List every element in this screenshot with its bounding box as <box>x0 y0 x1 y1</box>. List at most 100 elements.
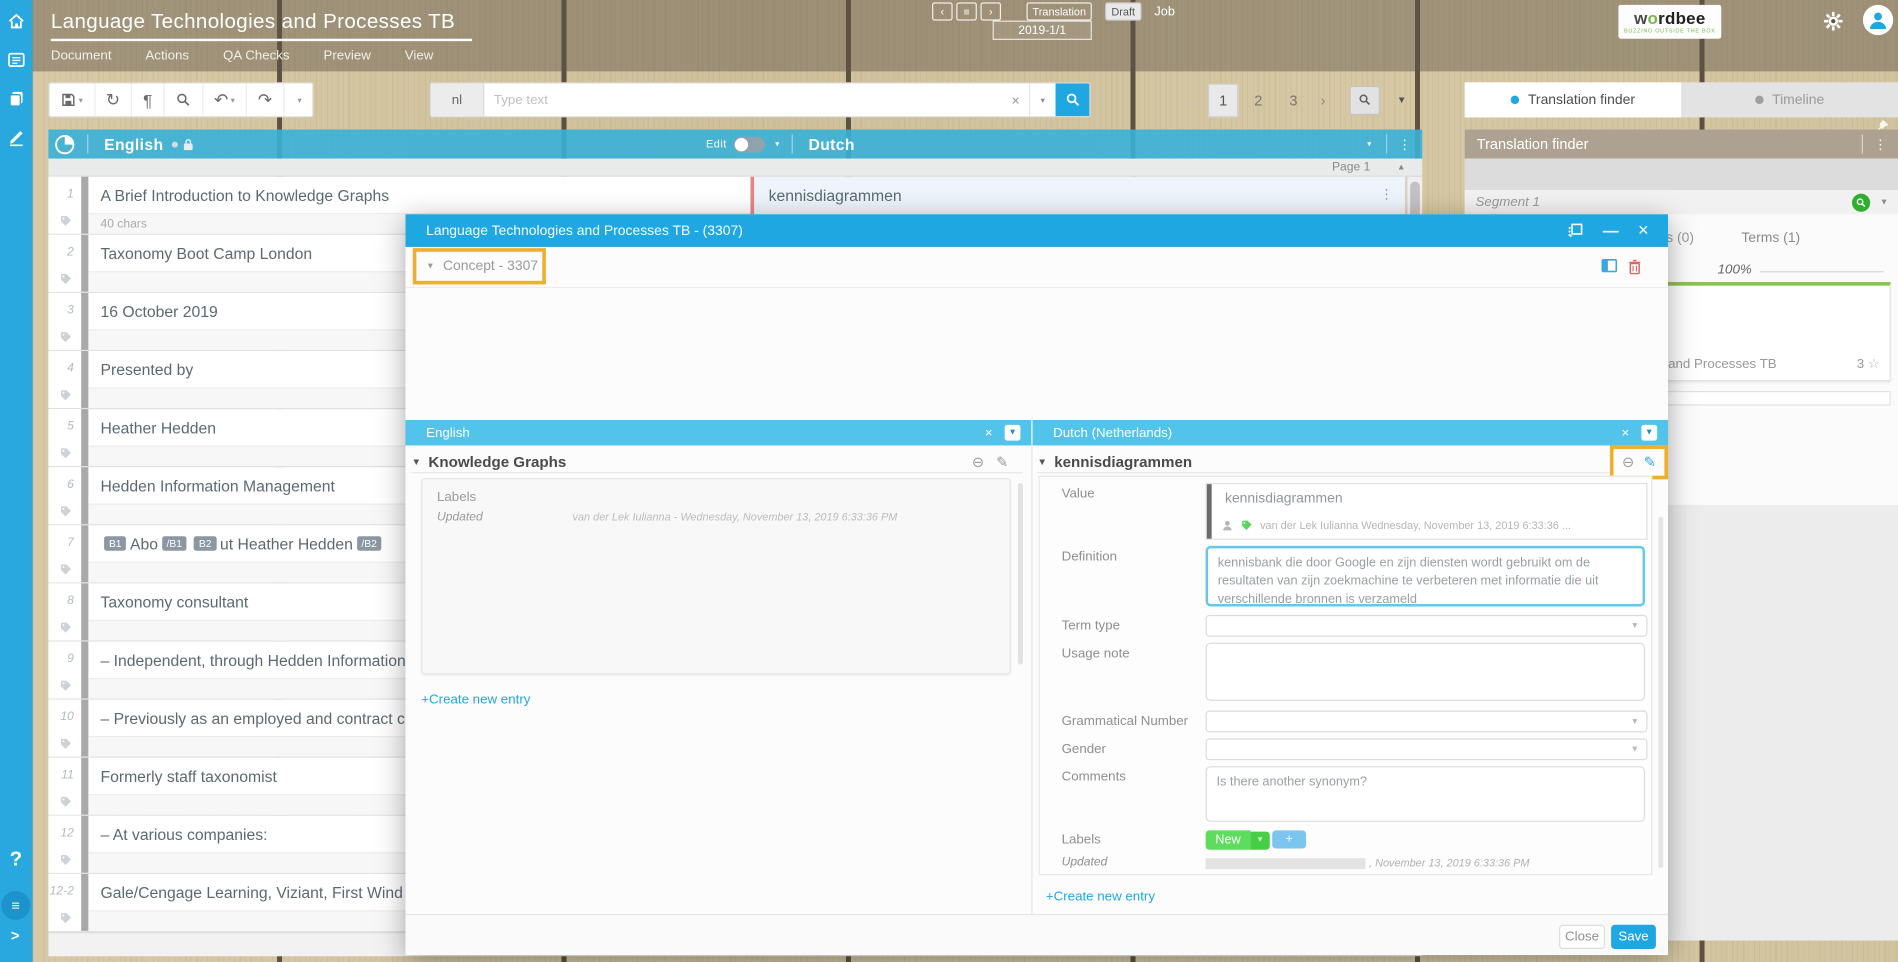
menu-toggle-icon[interactable]: ≡ <box>1 891 30 920</box>
progress-pie-icon[interactable] <box>54 134 75 155</box>
star-icon[interactable]: ☆ <box>1868 357 1880 372</box>
row-handle[interactable] <box>81 758 88 815</box>
prev-page-icon[interactable]: ‹ <box>1186 91 1201 108</box>
edit-dropdown-icon[interactable]: ▾ <box>775 139 779 149</box>
save-button[interactable]: Save <box>1611 925 1656 949</box>
grammatical-number-select[interactable]: ▼ <box>1206 711 1648 733</box>
concept-toggle-highlight[interactable]: ▼ Concept - 3307 <box>413 248 546 284</box>
row-handle[interactable] <box>81 874 88 931</box>
job-tab[interactable]: 2019-1/1 <box>993 21 1092 40</box>
edit-toggle[interactable] <box>734 136 765 152</box>
menu-item-view[interactable]: View <box>405 48 434 63</box>
delete-concept-icon[interactable] <box>1628 259 1641 275</box>
definition-textarea[interactable]: kennisbank die door Google en zijn diens… <box>1206 546 1645 607</box>
edit-entry-icon[interactable]: ✎ <box>1644 454 1656 471</box>
english-panel-dropdown-icon[interactable]: ▼ <box>1005 425 1021 441</box>
create-entry-link-english[interactable]: +Create new entry <box>421 692 530 707</box>
collapse-entry-icon[interactable]: ⊖ <box>972 453 984 470</box>
next-page-icon[interactable]: › <box>1316 91 1331 108</box>
row-handle[interactable] <box>81 293 88 350</box>
row-handle[interactable] <box>81 177 88 234</box>
segment-search-icon[interactable] <box>1852 193 1870 211</box>
home-icon[interactable] <box>7 12 25 30</box>
page-button-1[interactable]: 1 <box>1208 83 1238 117</box>
translation-scope-button[interactable]: Translation <box>1026 2 1092 20</box>
source-text[interactable]: A Brief Introduction to Knowledge Graphs <box>88 177 750 213</box>
popout-icon[interactable] <box>1568 223 1584 239</box>
dutch-panel-dropdown-icon[interactable]: ▼ <box>1641 425 1657 441</box>
menu-item-document[interactable]: Document <box>51 48 112 63</box>
draft-status-button[interactable]: Draft <box>1105 2 1141 20</box>
editor-pencil-icon[interactable] <box>7 128 25 146</box>
english-panel-scrollbar[interactable] <box>1018 483 1023 665</box>
edit-entry-icon[interactable]: ✎ <box>996 453 1008 470</box>
list-view-icon[interactable] <box>7 51 25 69</box>
dutch-panel-scrollbar[interactable] <box>1658 517 1663 868</box>
help-icon[interactable]: ? <box>10 847 23 871</box>
document-list-button[interactable]: ≡ <box>956 2 977 20</box>
scroll-up-icon[interactable]: ▲ <box>1397 163 1405 171</box>
search-language-box[interactable]: nl <box>431 84 484 117</box>
row-handle[interactable] <box>81 700 88 757</box>
toolbar-more-button[interactable]: ▾ <box>284 84 312 117</box>
undo-button[interactable]: ↶▾ <box>203 84 247 117</box>
search-button[interactable] <box>1056 84 1090 117</box>
panel-tab-timeline[interactable]: Timeline <box>1681 82 1898 117</box>
page-button-2[interactable]: 2 <box>1243 83 1273 117</box>
create-entry-link-dutch[interactable]: +Create new entry <box>1046 890 1155 905</box>
segment-collapse-icon[interactable]: ▼ <box>1880 198 1888 206</box>
usage-note-textarea[interactable] <box>1206 643 1645 701</box>
english-panel-close-icon[interactable]: × <box>985 425 993 440</box>
english-entry-header[interactable]: ▼ Knowledge Graphs ⊖ ✎ <box>412 452 1023 474</box>
menu-item-actions[interactable]: Actions <box>145 48 189 63</box>
gender-select[interactable]: ▼ <box>1206 738 1648 760</box>
refresh-button[interactable]: ↻ <box>95 84 132 117</box>
row-handle[interactable] <box>81 583 88 640</box>
row-handle[interactable] <box>81 816 88 873</box>
new-label-chip[interactable]: New▼ <box>1206 830 1270 849</box>
add-label-button[interactable]: + <box>1272 830 1306 848</box>
column-dropdown-icon[interactable]: ▾ <box>1367 139 1371 149</box>
clear-search-icon[interactable]: × <box>1002 84 1029 117</box>
target-text[interactable]: kennisdiagrammen <box>769 186 902 204</box>
job-label[interactable]: Job <box>1150 4 1180 19</box>
prev-document-button[interactable]: ‹ <box>932 2 953 20</box>
close-button[interactable]: Close <box>1559 925 1605 949</box>
subtab-terms[interactable]: Terms (1) <box>1741 231 1800 246</box>
row-handle[interactable] <box>81 525 88 582</box>
row-handle[interactable] <box>81 351 88 408</box>
find-replace-button[interactable] <box>164 84 203 117</box>
term-value-input[interactable]: kennisdiagrammen van der Lek Iulianna We… <box>1206 483 1648 540</box>
panel-tab-translation-finder[interactable]: Translation finder <box>1465 82 1682 117</box>
documents-icon[interactable] <box>7 90 25 108</box>
next-document-button[interactable]: › <box>980 2 1001 20</box>
search-options-dropdown[interactable]: ▾ <box>1029 84 1056 117</box>
collapse-entry-icon[interactable]: ⊖ <box>1622 454 1634 471</box>
row-handle[interactable] <box>81 642 88 699</box>
settings-gear-icon[interactable] <box>1823 11 1844 32</box>
page-search-button[interactable] <box>1350 85 1380 114</box>
menu-item-qa-checks[interactable]: QA Checks <box>223 48 290 63</box>
row-handle[interactable] <box>81 467 88 524</box>
minimize-icon[interactable]: — <box>1603 222 1619 240</box>
user-avatar[interactable] <box>1863 5 1893 35</box>
search-input[interactable]: Type text <box>484 84 1002 117</box>
layout-columns-icon[interactable] <box>1601 259 1617 275</box>
row-handle[interactable] <box>81 235 88 292</box>
menu-item-preview[interactable]: Preview <box>323 48 370 63</box>
save-button[interactable]: ▾ <box>50 84 95 117</box>
term-type-select[interactable]: ▼ <box>1206 615 1648 637</box>
dutch-panel-close-icon[interactable]: × <box>1621 425 1629 440</box>
formatting-marks-button[interactable]: ¶ <box>132 84 164 117</box>
concept-label[interactable]: Concept - 3307 <box>443 259 538 274</box>
page-options-dropdown[interactable]: ▼ <box>1397 94 1407 105</box>
row-handle[interactable] <box>81 409 88 466</box>
target-language-header[interactable]: Dutch <box>808 135 854 153</box>
finder-menu-icon[interactable]: ⋮ <box>1863 136 1898 152</box>
page-button-3[interactable]: 3 <box>1278 83 1308 117</box>
comments-textarea[interactable]: Is there another synonym? <box>1206 766 1645 822</box>
close-icon[interactable]: × <box>1638 220 1649 241</box>
dutch-entry-header[interactable]: ▼ kennisdiagrammen <box>1037 452 1660 474</box>
grid-menu-icon[interactable]: ⋮ <box>1398 136 1411 152</box>
segment-menu-icon[interactable]: ⋮ <box>1380 186 1393 202</box>
